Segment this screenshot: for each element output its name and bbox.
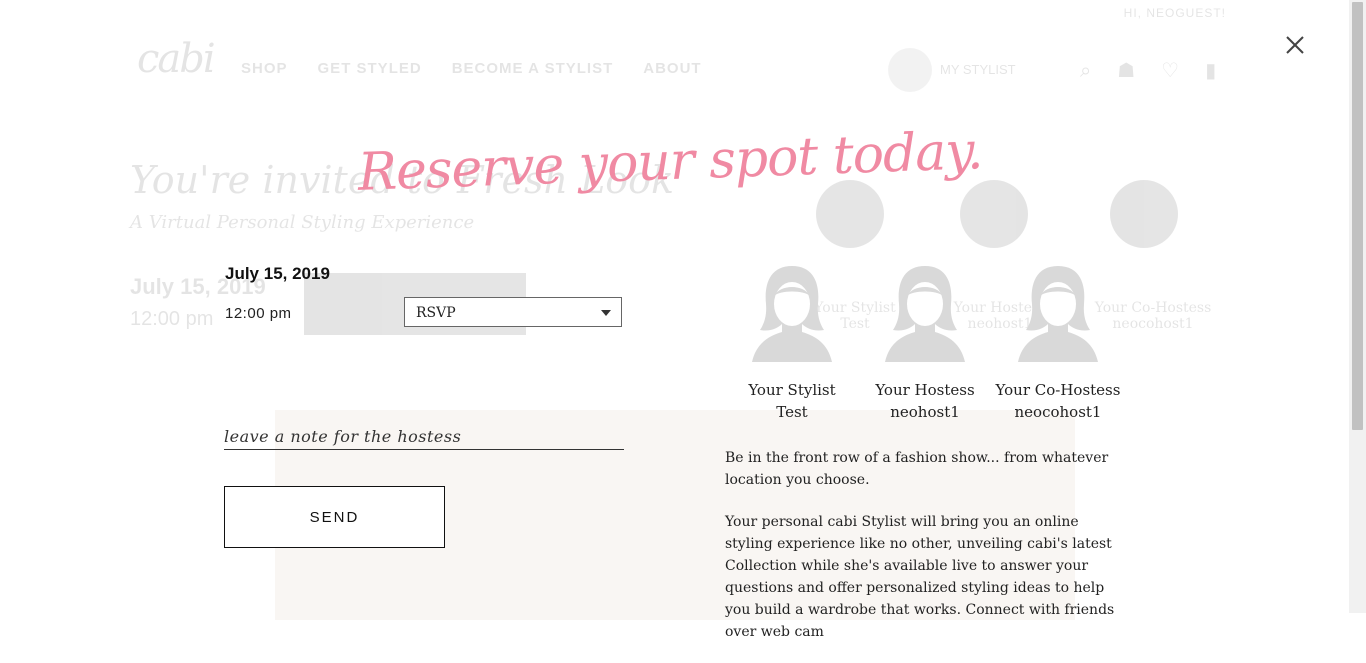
person-avatar-icon (752, 266, 832, 362)
rsvp-select[interactable]: RSVP (404, 297, 622, 327)
background-host-avatar (960, 180, 1028, 248)
stylist-chip-label: MY STYLIST (940, 62, 1016, 77)
close-icon[interactable] (1282, 32, 1308, 58)
background-time: 12:00 pm (130, 308, 214, 330)
page-scrollbar[interactable] (1349, 0, 1366, 613)
account-icon: ☗ (1117, 58, 1136, 82)
host-role: Your Stylist (748, 381, 836, 399)
hostess-note-input[interactable] (224, 424, 624, 450)
description-paragraph: Your personal cabi Stylist will bring yo… (725, 514, 1115, 640)
host-stylist: Your Stylist Test (725, 262, 859, 423)
main-nav: SHOP GET STYLED BECOME A STYLIST ABOUT (241, 60, 702, 77)
background-host-avatar (1110, 180, 1178, 248)
description-paragraph: Be in the front row of a fashion show...… (725, 450, 1109, 488)
nav-about: ABOUT (643, 60, 702, 77)
header-icons: ⌕ ☗ ♡ ▮ (1080, 58, 1216, 82)
host-name: neohost1 (890, 403, 960, 421)
nav-shop: SHOP (241, 60, 288, 77)
background-page: HI, NEOGUEST! cabi SHOP GET STYLED BECOM… (0, 0, 1366, 620)
event-time: 12:00 pm (225, 305, 292, 322)
cabi-logo: cabi (137, 36, 216, 82)
background-host-avatar (816, 180, 884, 248)
host-role: Your Hostess (875, 381, 975, 399)
scrollbar-thumb[interactable] (1352, 2, 1363, 430)
host-name: Test (776, 403, 808, 421)
rsvp-selected-value: RSVP (416, 305, 456, 321)
bag-icon: ▮ (1205, 58, 1217, 82)
event-subtitle: A Virtual Personal Styling Experience (130, 212, 475, 233)
person-avatar-icon (885, 266, 965, 362)
account-greeting: HI, NEOGUEST! (1123, 6, 1226, 20)
send-button[interactable]: SEND (224, 486, 445, 548)
modal-headline: Reserve your spot today. (356, 121, 984, 203)
person-avatar-icon (1018, 266, 1098, 362)
nav-get-styled: GET STYLED (317, 60, 422, 77)
stylist-avatar (888, 48, 932, 92)
host-name: neocohost1 (1014, 403, 1102, 421)
event-date: July 15, 2019 (225, 264, 330, 283)
event-description: Be in the front row of a fashion show...… (725, 447, 1125, 663)
host-hostess: Your Hostess neohost1 (858, 262, 992, 423)
chevron-down-icon (601, 310, 611, 316)
nav-become-stylist: BECOME A STYLIST (451, 60, 614, 77)
host-role: Your Co-Hostess (995, 381, 1121, 399)
search-icon: ⌕ (1080, 58, 1092, 82)
host-cohostess: Your Co-Hostess neocohost1 (991, 262, 1125, 423)
heart-icon: ♡ (1161, 58, 1180, 82)
